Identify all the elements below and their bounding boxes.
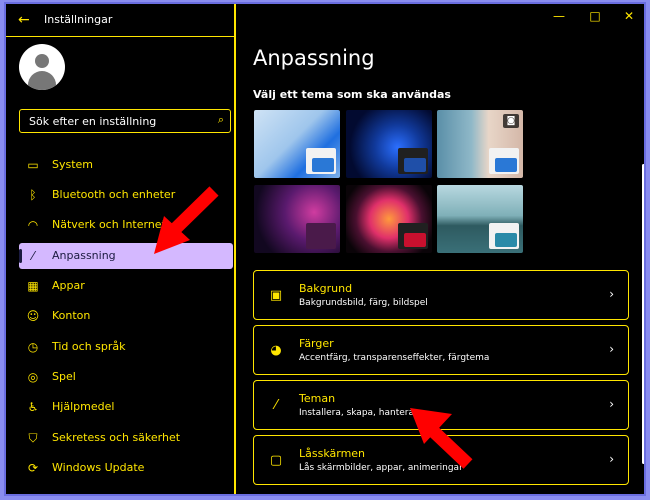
annotation-arrow-themes [410,408,473,469]
annotation-arrow-sidebar [154,186,219,254]
settings-window: ← Inställningar — □ ✕ Sök efter en instä… [4,2,646,496]
annotation-arrows [154,186,473,469]
